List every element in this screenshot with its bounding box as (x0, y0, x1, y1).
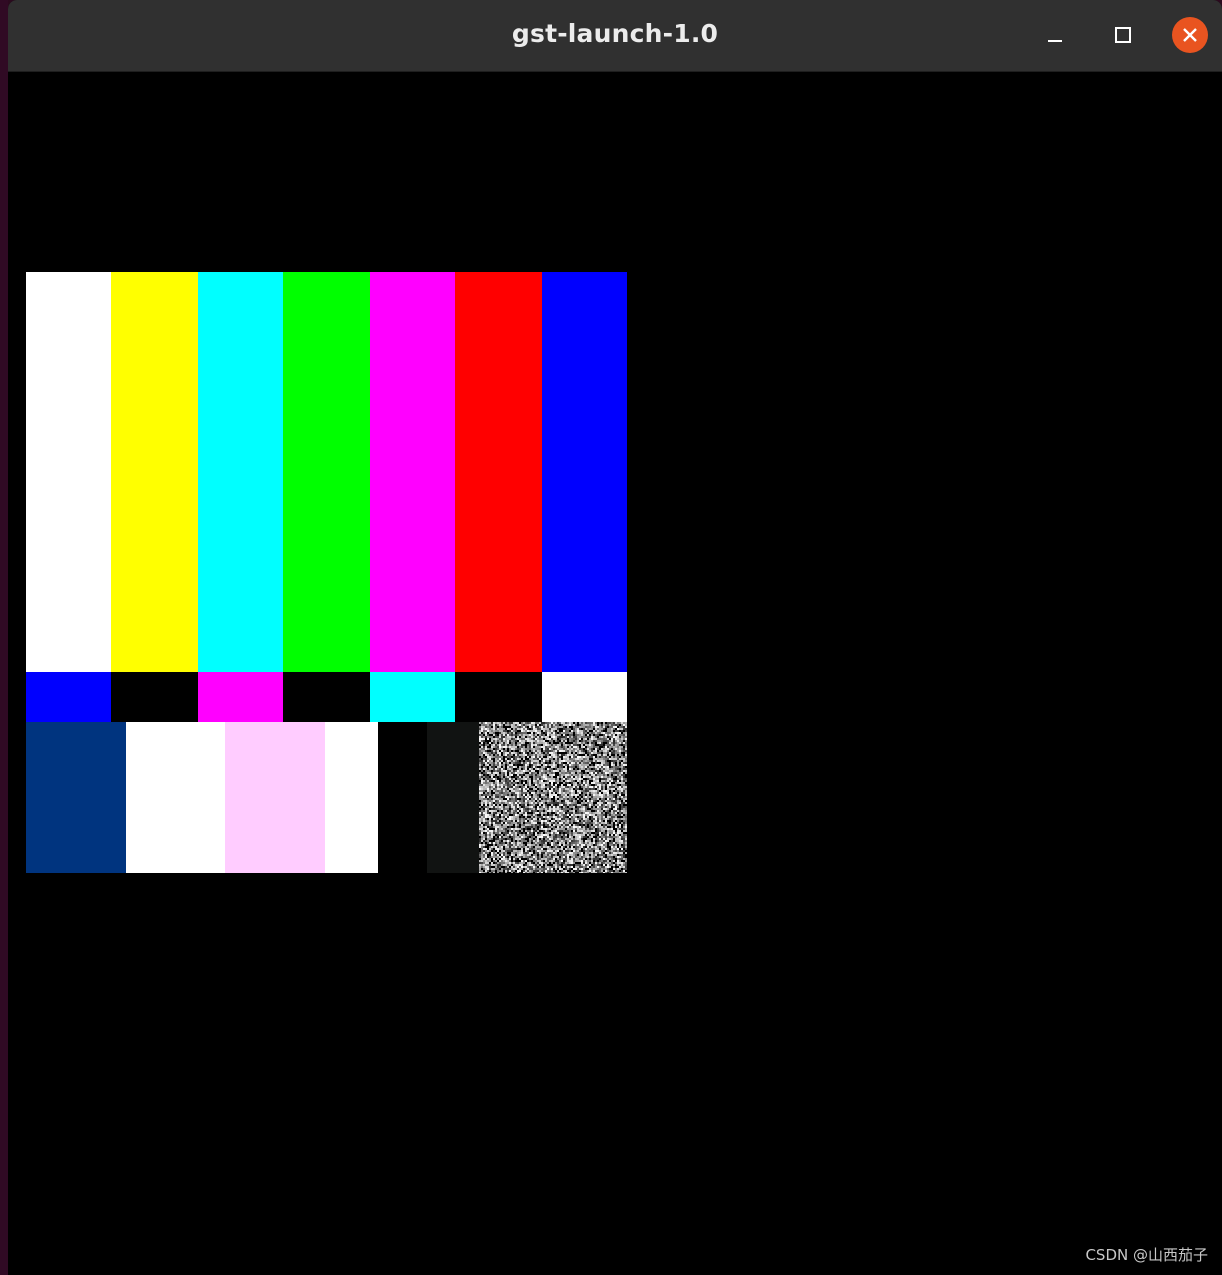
top-bar-yellow (111, 272, 198, 672)
video-output-area (8, 73, 1222, 1275)
close-button[interactable] (1172, 17, 1208, 53)
watermark: CSDN @山西茄子 (1085, 1246, 1208, 1264)
top-bar-green (283, 272, 370, 672)
middle-bar-black (111, 672, 198, 722)
bottom-block-white (325, 722, 378, 873)
bottom-block-dark-gray (427, 722, 479, 873)
minimize-icon (1048, 40, 1062, 42)
middle-bar-white (542, 672, 627, 722)
top-bar-cyan (198, 272, 283, 672)
app-window: gst-launch-1.0 CSDN @山西茄子 (8, 0, 1222, 1275)
desktop-background-edge (0, 0, 8, 1275)
bottom-block-noise (479, 722, 627, 873)
top-bar-red (455, 272, 542, 672)
bottom-block-navy (26, 722, 126, 873)
minimize-button[interactable] (1037, 17, 1073, 53)
bottom-block-black (378, 722, 427, 873)
middle-bar-magenta (198, 672, 283, 722)
bottom-block-pink (225, 722, 325, 873)
close-icon (1183, 28, 1197, 42)
maximize-icon (1115, 27, 1131, 43)
middle-bar-cyan (370, 672, 455, 722)
middle-bar-black (283, 672, 370, 722)
test-pattern (26, 272, 627, 873)
middle-bar-black (455, 672, 542, 722)
title-bar[interactable]: gst-launch-1.0 (8, 0, 1222, 72)
top-bar-white (26, 272, 111, 672)
top-bar-blue (542, 272, 627, 672)
bottom-block-white (126, 722, 225, 873)
middle-bar-blue (26, 672, 111, 722)
top-bar-magenta (370, 272, 455, 672)
maximize-button[interactable] (1105, 17, 1141, 53)
